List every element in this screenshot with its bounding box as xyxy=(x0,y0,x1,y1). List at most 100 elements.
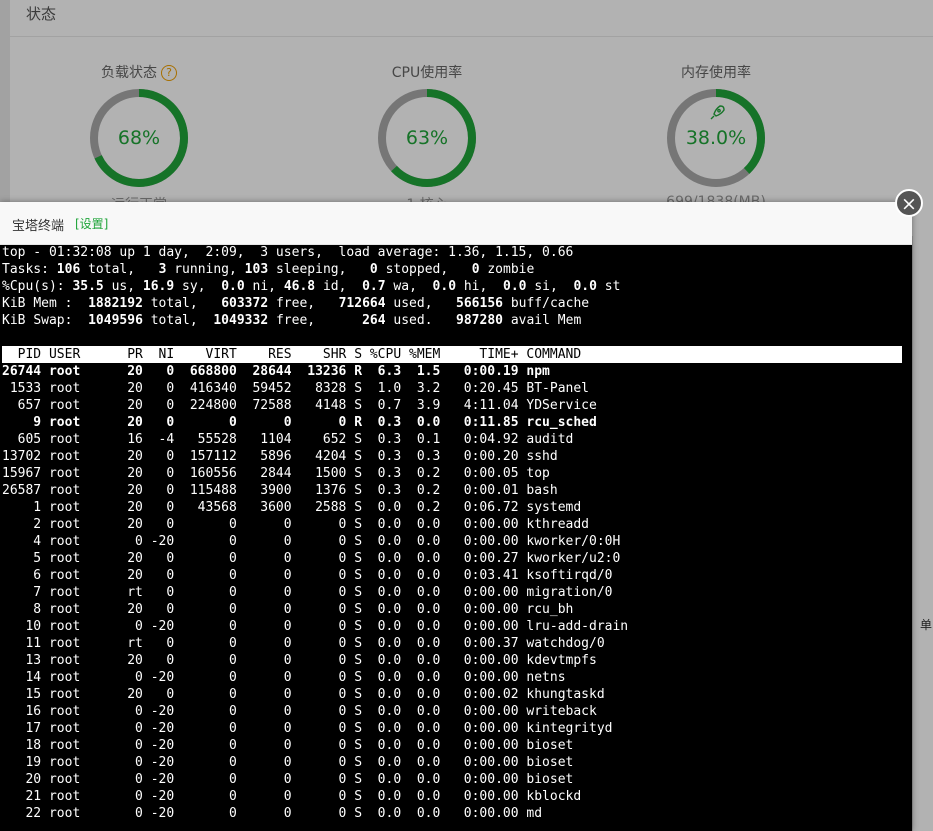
process-row-text: 20 root 0 -20 0 0 0 S 0.0 0.0 0:00.00 bi… xyxy=(2,772,574,787)
process-row: 13 root 20 0 0 0 0 S 0.0 0.0 0:00.00 kde… xyxy=(2,652,910,669)
process-row-text: 19 root 0 -20 0 0 0 S 0.0 0.0 0:00.00 bi… xyxy=(2,755,574,770)
process-row: 26587 root 20 0 115488 3900 1376 S 0.3 0… xyxy=(2,482,910,499)
process-row-text: 16 root 0 -20 0 0 0 S 0.0 0.0 0:00.00 wr… xyxy=(2,704,597,719)
process-row-text: 15 root 20 0 0 0 0 S 0.0 0.0 0:00.02 khu… xyxy=(2,687,605,702)
process-row: 657 root 20 0 224800 72588 4148 S 0.7 3.… xyxy=(2,397,910,414)
summary-text xyxy=(72,313,88,328)
summary-text xyxy=(456,279,464,294)
summary-text: st xyxy=(604,279,621,294)
summary-value: 1049332 xyxy=(213,313,269,328)
summary-text xyxy=(57,296,65,311)
summary-text xyxy=(550,313,558,328)
process-row: 2 root 20 0 0 0 0 S 0.0 0.0 0:00.00 kthr… xyxy=(2,516,910,533)
process-row: 22 root 0 -20 0 0 0 S 0.0 0.0 0:00.00 md xyxy=(2,805,910,822)
terminal-dialog: 宝塔终端 [设置] top - 01:32:08 up 1 day, 2:09,… xyxy=(0,202,912,831)
process-row-text: 22 root 0 -20 0 0 0 S 0.0 0.0 0:00.00 md xyxy=(2,806,543,821)
summary-text: Swap: xyxy=(33,313,73,328)
summary-text xyxy=(143,313,151,328)
terminal-settings-link[interactable]: [设置] xyxy=(75,215,108,232)
process-row-text: 15967 root 20 0 160556 2844 1500 S 0.3 0… xyxy=(2,466,550,481)
process-row-text: 9 root 20 0 0 0 0 R 0.3 0.0 0:11.85 rcu_… xyxy=(2,415,597,430)
process-row: 4 root 0 -20 0 0 0 S 0.0 0.0 0:00.00 kwo… xyxy=(2,533,910,550)
summary-text xyxy=(433,296,456,311)
summary-value: 0.0 xyxy=(221,279,245,294)
summary-value: 566156 xyxy=(456,296,503,311)
process-row: 18 root 0 -20 0 0 0 S 0.0 0.0 0:00.00 bi… xyxy=(2,737,910,754)
summary-text: KiB xyxy=(2,313,26,328)
summary-text: si xyxy=(534,279,550,294)
process-row: 6 root 20 0 0 0 0 S 0.0 0.0 0:03.41 ksof… xyxy=(2,567,910,584)
process-row: 10 root 0 -20 0 0 0 S 0.0 0.0 0:00.00 lr… xyxy=(2,618,910,635)
summary-value: 106 xyxy=(56,262,81,277)
process-row-text: 1 root 20 0 43568 3600 2588 S 0.0 0.2 0:… xyxy=(2,500,582,515)
summary-text: wa xyxy=(393,279,410,294)
summary-text xyxy=(268,313,276,328)
process-row-text: 657 root 20 0 224800 72588 4148 S 0.7 3.… xyxy=(2,398,597,413)
summary-text: running xyxy=(174,262,230,277)
summary-text: stopped xyxy=(385,262,441,277)
summary-text xyxy=(237,262,245,277)
process-row-text: 14 root 0 -20 0 0 0 S 0.0 0.0 0:00.00 ne… xyxy=(2,670,566,685)
summary-text: us xyxy=(111,279,128,294)
process-row: 14 root 0 -20 0 0 0 S 0.0 0.0 0:00.00 ne… xyxy=(2,669,910,686)
terminal-output[interactable]: top - 01:32:08 up 1 day, 2:09, 3 users, … xyxy=(2,244,910,831)
summary-text: , xyxy=(127,279,136,294)
summary-text xyxy=(245,279,253,294)
summary-value: 603372 xyxy=(221,296,269,311)
process-row-text: 4 root 0 -20 0 0 0 S 0.0 0.0 0:00.00 kwo… xyxy=(2,534,621,549)
summary-text xyxy=(268,262,276,277)
summary-value: 16.9 xyxy=(142,279,175,294)
summary-text xyxy=(104,279,112,294)
process-row: 7 root rt 0 0 0 0 S 0.0 0.0 0:00.00 migr… xyxy=(2,584,910,601)
summary-value: 1882192 xyxy=(88,296,143,311)
summary-text: id xyxy=(322,279,339,294)
summary-text xyxy=(135,262,158,277)
summary-text: buff/cache xyxy=(510,296,590,311)
process-row-text: 13 root 20 0 0 0 0 S 0.0 0.0 0:00.00 kde… xyxy=(2,653,597,668)
summary-text: total xyxy=(150,296,190,311)
summary-text: sy xyxy=(182,279,198,294)
process-row-text: 17 root 0 -20 0 0 0 S 0.0 0.0 0:00.00 ki… xyxy=(2,721,613,736)
summary-text xyxy=(503,296,511,311)
process-row-text: 26744 root 20 0 668800 28644 13236 R 6.3… xyxy=(2,364,550,379)
process-row-text: 1533 root 20 0 416340 59452 8328 S 1.0 3… xyxy=(2,381,589,396)
summary-text: , xyxy=(189,296,198,311)
summary-text: , xyxy=(268,279,276,294)
summary-text: , xyxy=(189,313,198,328)
process-row: 1 root 20 0 43568 3600 2588 S 0.0 0.2 0:… xyxy=(2,499,910,516)
summary-line: top - 01:32:08 up 1 day, 2:09, 3 users, … xyxy=(2,244,910,261)
summary-text xyxy=(503,313,511,328)
summary-value: 35.5 xyxy=(72,279,104,294)
summary-value: 0 xyxy=(471,262,480,277)
summary-line: %Cpu(s): 35.5 us, 16.9 sy, 0.0 ni, 46.8 … xyxy=(2,278,910,295)
process-row: 13702 root 20 0 157112 5896 4204 S 0.3 0… xyxy=(2,448,910,465)
summary-text xyxy=(346,262,369,277)
process-row-text: 605 root 16 -4 55528 1104 652 S 0.3 0.1 … xyxy=(2,432,574,447)
dialog-title: 宝塔终端 xyxy=(12,219,65,234)
summary-text xyxy=(198,296,221,311)
process-row-text: 6 root 20 0 0 0 0 S 0.0 0.0 0:03.41 ksof… xyxy=(2,568,613,583)
summary-value: 987280 xyxy=(456,313,503,328)
summary-value: 103 xyxy=(244,262,269,277)
process-row-text: 13702 root 20 0 157112 5896 4204 S 0.3 0… xyxy=(2,449,558,464)
summary-text xyxy=(206,279,222,294)
summary-text: free xyxy=(275,313,308,328)
summary-text: free xyxy=(275,296,308,311)
summary-text xyxy=(268,296,276,311)
summary-text: , xyxy=(127,262,136,277)
close-icon[interactable]: × xyxy=(895,189,923,217)
summary-value: 712664 xyxy=(338,296,386,311)
summary-value: 0.0 xyxy=(573,279,597,294)
summary-value: 0.0 xyxy=(503,279,527,294)
summary-text: total xyxy=(88,262,128,277)
summary-text: hi xyxy=(463,279,480,294)
process-row: 1533 root 20 0 416340 59452 8328 S 1.0 3… xyxy=(2,380,910,397)
process-row-text: 10 root 0 -20 0 0 0 S 0.0 0.0 0:00.00 lr… xyxy=(2,619,629,634)
summary-text: Mem xyxy=(557,313,582,328)
summary-text xyxy=(276,279,284,294)
process-row-text: 21 root 0 -20 0 0 0 S 0.0 0.0 0:00.00 kb… xyxy=(2,789,582,804)
process-table-header: PID USER PR NI VIRT RES SHR S %CPU %MEM … xyxy=(2,346,902,363)
summary-value: 0.0 xyxy=(432,279,457,294)
process-row: 21 root 0 -20 0 0 0 S 0.0 0.0 0:00.00 kb… xyxy=(2,788,910,805)
summary-text xyxy=(72,296,88,311)
